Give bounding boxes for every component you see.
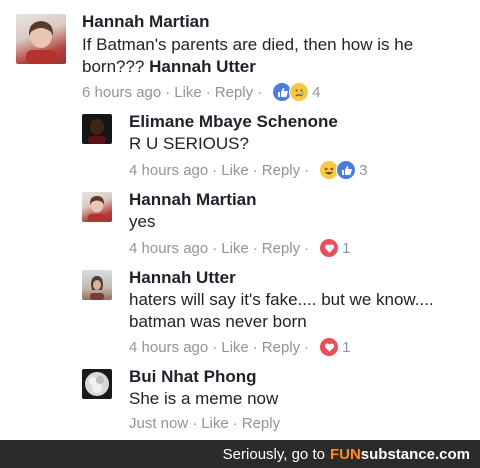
comment-text-line-2: batman was never born <box>129 312 307 331</box>
comment-text-line-1: haters will say it's fake.... but we kno… <box>129 290 434 309</box>
comment-meta: Just now · Like · Reply <box>129 415 280 432</box>
commenter-name[interactable]: Hannah Martian <box>129 190 257 210</box>
comment-meta: 4 hours ago · Like · Reply · 1 <box>129 238 350 258</box>
love-reaction-icon <box>319 238 340 258</box>
comment-text: If Batman's parents are died, then how i… <box>82 35 413 55</box>
commenter-name[interactable]: Bui Nhat Phong <box>129 367 256 387</box>
separator: · <box>212 161 218 179</box>
separator: · <box>304 161 310 179</box>
watermark-bar: Seriously, go to FUNsubstance.com <box>0 440 480 468</box>
reaction-count: 4 <box>312 83 321 101</box>
reaction-count: 1 <box>342 239 351 257</box>
separator: · <box>252 161 258 179</box>
commenter-name[interactable]: Elimane Mbaye Schenone <box>129 112 338 132</box>
reply-button[interactable]: Reply <box>262 339 300 356</box>
like-button[interactable]: Like <box>221 240 249 257</box>
avatar-portrait-icon <box>88 119 106 144</box>
separator: · <box>252 338 258 356</box>
love-reaction-icon <box>319 337 340 357</box>
timestamp[interactable]: Just now <box>129 415 188 432</box>
avatar[interactable] <box>82 192 112 222</box>
separator: · <box>257 83 263 101</box>
avatar-portrait-icon <box>85 372 109 396</box>
mention-tag[interactable]: Hannah Utter <box>149 57 256 76</box>
like-reaction-icon <box>336 160 357 180</box>
avatar[interactable] <box>82 270 112 300</box>
like-button[interactable]: Like <box>221 162 249 179</box>
like-button[interactable]: Like <box>221 339 249 356</box>
separator: · <box>252 239 258 257</box>
avatar-portrait-icon <box>88 196 106 222</box>
watermark-prefix: Seriously, go to <box>222 445 325 463</box>
avatar[interactable] <box>82 114 112 144</box>
sad-reaction-icon <box>289 82 310 102</box>
reply-button[interactable]: Reply <box>215 84 253 101</box>
like-button[interactable]: Like <box>174 84 202 101</box>
timestamp[interactable]: 4 hours ago <box>129 339 208 356</box>
reaction-count: 1 <box>342 338 351 356</box>
reply-button[interactable]: Reply <box>242 415 280 432</box>
reply-button[interactable]: Reply <box>262 162 300 179</box>
comment-text: She is a meme now <box>129 389 279 408</box>
timestamp[interactable]: 4 hours ago <box>129 240 208 257</box>
watermark-brand[interactable]: FUNsubstance.com <box>330 446 470 463</box>
comment-meta: 4 hours ago · Like · Reply · 1 <box>129 337 350 357</box>
comment-text-line-2: born??? Hannah Utter <box>82 57 256 76</box>
separator: · <box>192 415 198 432</box>
separator: · <box>304 338 310 356</box>
reaction-count: 3 <box>359 161 368 179</box>
avatar[interactable] <box>82 369 112 399</box>
commenter-name[interactable]: Hannah Martian <box>82 12 210 32</box>
separator: · <box>304 239 310 257</box>
reply-button[interactable]: Reply <box>262 240 300 257</box>
timestamp[interactable]: 6 hours ago <box>82 84 161 101</box>
commenter-name[interactable]: Hannah Utter <box>129 268 236 288</box>
avatar-portrait-icon <box>90 276 104 300</box>
separator: · <box>212 239 218 257</box>
timestamp[interactable]: 4 hours ago <box>129 162 208 179</box>
separator: · <box>232 415 238 432</box>
separator: · <box>212 338 218 356</box>
comment-meta: 4 hours ago · Like · Reply · 3 <box>129 160 367 180</box>
reactions[interactable]: 1 <box>319 337 350 357</box>
comment-text-line-1: If Batman's parents are died, then how i… <box>82 35 414 54</box>
separator: · <box>165 83 171 101</box>
comment-meta: 6 hours ago · Like · Reply · 4 <box>82 82 320 102</box>
reactions[interactable]: 4 <box>272 82 320 102</box>
comment-text: yes <box>129 212 156 231</box>
reactions[interactable]: 1 <box>319 238 350 258</box>
like-button[interactable]: Like <box>201 415 229 432</box>
separator: · <box>205 83 211 101</box>
avatar-portrait-icon <box>26 21 56 64</box>
comment-text: R U SERIOUS? <box>129 134 249 153</box>
avatar[interactable] <box>16 14 66 64</box>
reactions[interactable]: 3 <box>319 160 367 180</box>
